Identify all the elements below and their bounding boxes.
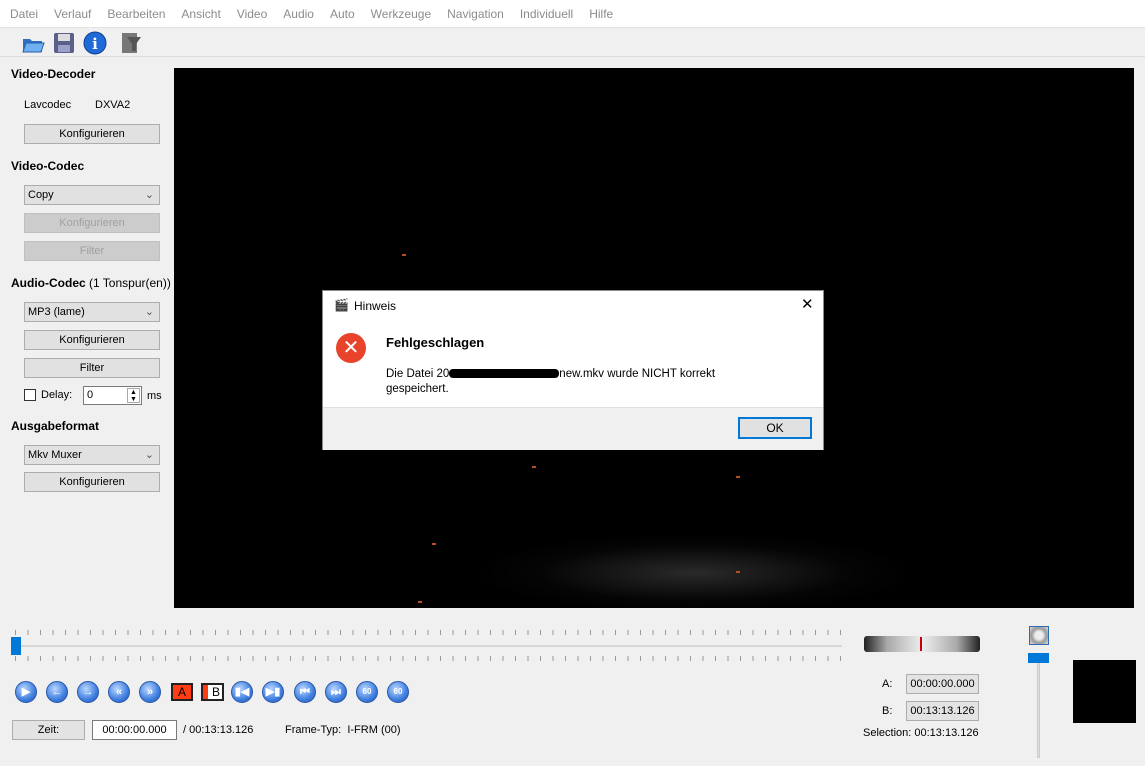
audio-configure-button[interactable]: Konfigurieren	[24, 330, 160, 350]
menu-verlauf[interactable]: Verlauf	[54, 7, 91, 21]
save-icon[interactable]	[52, 31, 76, 55]
volume-slider-thumb[interactable]	[1028, 653, 1049, 663]
audio-codec-heading: Audio-Codec (1 Tonspur(en))	[11, 276, 171, 290]
set-marker-a-button[interactable]: A	[171, 683, 193, 701]
speaker-icon[interactable]	[1029, 626, 1049, 645]
volume-slider[interactable]	[1037, 655, 1040, 758]
dialog-heading: Fehlgeschlagen	[386, 335, 484, 350]
chevron-down-icon: ⌄	[145, 186, 154, 204]
message-prefix: Die Datei 20	[386, 368, 449, 380]
marker-b-value: 00:13:13.126	[906, 701, 979, 721]
marker-b-label: B:	[882, 705, 892, 717]
audio-filter-button[interactable]: Filter	[24, 358, 160, 378]
menu-ansicht[interactable]: Ansicht	[181, 7, 220, 21]
menu-navigation[interactable]: Navigation	[447, 7, 504, 21]
jog-indicator	[920, 637, 922, 651]
output-format-select[interactable]: Mkv Muxer ⌄	[24, 445, 160, 465]
video-decoder-heading: Video-Decoder	[11, 67, 95, 81]
last-frame-icon[interactable]: ⏭	[325, 681, 347, 703]
fast-forward-icon[interactable]: »	[139, 681, 161, 703]
video-codec-heading: Video-Codec	[11, 159, 84, 173]
zeit-button[interactable]: Zeit:	[12, 720, 85, 740]
frame-type: Frame-Typ: I-FRM (00)	[285, 724, 401, 736]
slider-ticks-bottom	[15, 656, 841, 661]
timeline-slider-thumb[interactable]	[11, 637, 21, 655]
svg-text:i: i	[92, 35, 98, 53]
delay-unit: ms	[147, 390, 162, 402]
audio-codec-value: MP3 (lame)	[28, 306, 85, 318]
video-codec-select[interactable]: Copy ⌄	[24, 185, 160, 205]
output-format-heading: Ausgabeformat	[11, 419, 99, 433]
open-folder-icon[interactable]	[21, 31, 45, 55]
jog-shuttle[interactable]	[864, 636, 980, 652]
audio-track-count: (1 Tonspur(en))	[89, 276, 171, 290]
delay-spinbox[interactable]: 0 ▲▼	[83, 386, 142, 405]
menu-auto[interactable]: Auto	[330, 7, 355, 21]
delay-checkbox[interactable]	[24, 389, 36, 401]
error-dialog: 🎬 Hinweis ✕ ✕ Fehlgeschlagen Die Datei 2…	[322, 290, 824, 450]
delay-label: Delay:	[41, 389, 72, 401]
goto-marker-b-icon[interactable]: ▶▮	[262, 681, 284, 703]
video-configure-button[interactable]: Konfigurieren	[24, 213, 160, 233]
message-suffix: new.mkv wurde NICHT korrekt	[559, 368, 715, 380]
forward-60-icon[interactable]: 60	[387, 681, 409, 703]
delay-value: 0	[87, 389, 93, 401]
menu-werkzeuge[interactable]: Werkzeuge	[371, 7, 431, 21]
total-time: / 00:13:13.126	[183, 724, 253, 736]
menu-hilfe[interactable]: Hilfe	[589, 7, 613, 21]
video-codec-value: Copy	[28, 189, 54, 201]
next-frame-icon[interactable]: →	[77, 681, 99, 703]
back-60-icon[interactable]: 60	[356, 681, 378, 703]
audio-codec-title: Audio-Codec	[11, 276, 86, 290]
decoder-accel: DXVA2	[95, 99, 130, 111]
menu-video[interactable]: Video	[237, 7, 267, 21]
decoder-configure-button[interactable]: Konfigurieren	[24, 124, 160, 144]
dialog-close-button[interactable]: ✕	[801, 295, 814, 313]
selection-duration: Selection: 00:13:13.126	[863, 727, 979, 739]
marker-a-label: A:	[882, 678, 892, 690]
message-line2: gespeichert.	[386, 383, 449, 395]
menu-datei[interactable]: Datei	[10, 7, 38, 21]
menu-audio[interactable]: Audio	[283, 7, 314, 21]
menu-individuell[interactable]: Individuell	[520, 7, 573, 21]
menu-bar: Datei Verlauf Bearbeiten Ansicht Video A…	[0, 0, 1145, 28]
rewind-icon[interactable]: «	[108, 681, 130, 703]
video-filter-button[interactable]: Filter	[24, 241, 160, 261]
mini-preview	[1073, 660, 1136, 723]
current-time-input[interactable]: 00:00:00.000	[92, 720, 177, 740]
dialog-title: Hinweis	[354, 299, 396, 313]
output-format-value: Mkv Muxer	[28, 449, 82, 461]
toolbar: i	[0, 28, 1145, 57]
goto-marker-a-icon[interactable]: ▮◀	[231, 681, 253, 703]
previous-frame-icon[interactable]: ←	[46, 681, 68, 703]
back-60-label: 60	[363, 687, 372, 696]
decoder-name: Lavcodec	[24, 99, 71, 111]
timeline-slider[interactable]	[12, 645, 842, 647]
chevron-down-icon: ⌄	[145, 303, 154, 321]
play-icon[interactable]: ▶	[15, 681, 37, 703]
output-configure-button[interactable]: Konfigurieren	[24, 472, 160, 492]
ok-button[interactable]: OK	[738, 417, 812, 439]
menu-bearbeiten[interactable]: Bearbeiten	[107, 7, 165, 21]
error-icon: ✕	[336, 333, 366, 363]
audio-codec-select[interactable]: MP3 (lame) ⌄	[24, 302, 160, 322]
dialog-message: Die Datei 20new.mkv wurde NICHT korrekt …	[386, 367, 715, 397]
set-marker-b-button[interactable]: B	[201, 683, 224, 701]
spin-arrows-icon[interactable]: ▲▼	[127, 388, 140, 403]
forward-60-label: 60	[394, 687, 403, 696]
first-frame-icon[interactable]: ⏮	[294, 681, 316, 703]
slider-ticks-top	[15, 630, 841, 635]
video-filter-icon[interactable]	[119, 31, 143, 55]
clapperboard-icon: 🎬	[334, 298, 349, 312]
info-icon[interactable]: i	[83, 31, 107, 55]
marker-a-value: 00:00:00.000	[906, 674, 979, 694]
chevron-down-icon: ⌄	[145, 446, 154, 464]
redaction-mark	[449, 369, 559, 378]
